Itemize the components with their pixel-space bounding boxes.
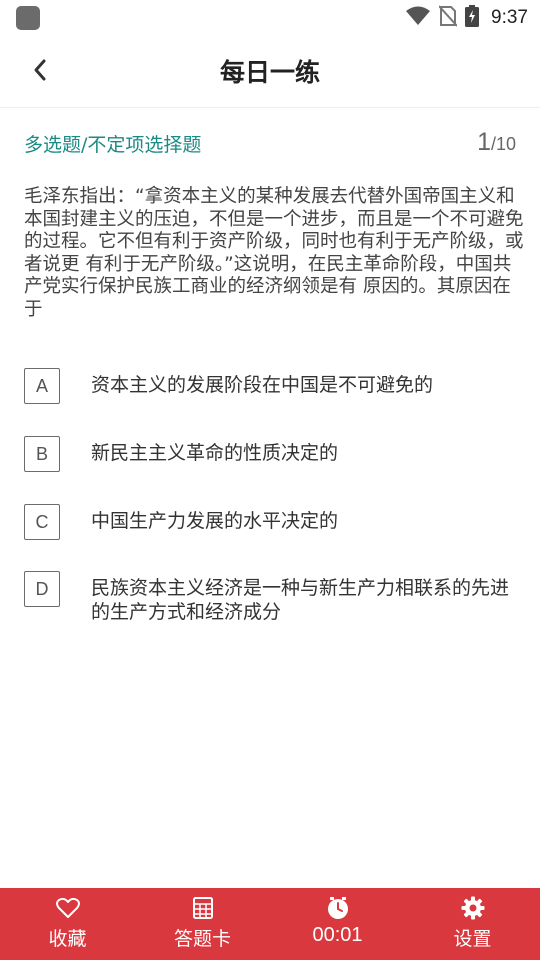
option-c[interactable]: C 中国生产力发展的水平决定的 (24, 504, 520, 540)
gear-icon (461, 896, 485, 920)
question-type: 多选题/不定项选择题 (24, 134, 202, 156)
option-d[interactable]: D 民族资本主义经济是一种与新生产力相联系的先进的生产方式和经济成分 (24, 571, 520, 624)
grid-icon (192, 896, 213, 920)
question-counter: 1/10 (477, 128, 516, 157)
option-text: 资本主义的发展阶段在中国是不可避免的 (91, 374, 434, 396)
status-bar: 9:37 (0, 0, 540, 36)
option-text: 民族资本主义经济是一种与新生产力相联系的先进的生产方式和经济成分 (91, 577, 510, 623)
option-a[interactable]: A 资本主义的发展阶段在中国是不可避免的 (24, 368, 520, 404)
option-text: 新民主主义革命的性质决定的 (91, 442, 339, 464)
answer-card-label: 答题卡 (173, 928, 231, 950)
no-sim-icon (438, 5, 458, 31)
favorite-label: 收藏 (48, 928, 87, 950)
question-current: 1 (477, 128, 491, 156)
page-title: 每日一练 (219, 58, 320, 87)
battery-charging-icon (465, 5, 480, 31)
option-letter: B (24, 436, 60, 472)
settings-button[interactable]: 设置 (405, 888, 540, 960)
question-text: 毛泽东指出：“拿资本主义的某种发展去代替外国帝国主义和本国封建主义的压迫，不但是… (24, 186, 524, 320)
option-b[interactable]: B 新民主主义革命的性质决定的 (24, 436, 520, 472)
option-letter: A (24, 368, 60, 404)
option-letter: D (24, 571, 60, 607)
wifi-icon (405, 6, 431, 30)
status-icons: 9:37 (405, 5, 528, 31)
settings-label: 设置 (453, 928, 492, 950)
heart-icon (55, 896, 80, 920)
option-text: 中国生产力发展的水平决定的 (91, 510, 339, 532)
favorite-button[interactable]: 收藏 (0, 888, 135, 960)
notification-app-icon (16, 6, 40, 30)
answer-card-button[interactable]: 答题卡 (135, 888, 270, 960)
clock-icon (326, 896, 350, 920)
status-time: 9:37 (491, 7, 528, 28)
app-header: 每日一练 (0, 36, 540, 108)
question-total: /10 (490, 134, 516, 154)
timer-button[interactable]: 00:01 (270, 888, 405, 960)
option-letter: C (24, 504, 60, 540)
bottom-toolbar: 收藏 答题卡 00:01 设置 (0, 888, 540, 960)
timer-label: 00:01 (312, 924, 363, 946)
